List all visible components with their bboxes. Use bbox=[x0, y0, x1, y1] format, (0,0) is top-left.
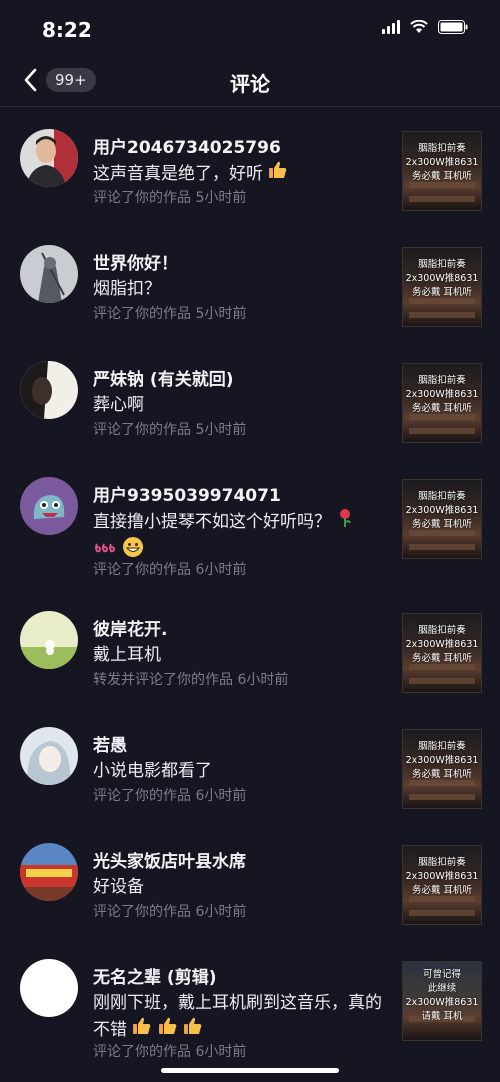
comment-meta: 评论了你的作品 6小时前 bbox=[93, 1044, 247, 1060]
avatar[interactable] bbox=[20, 361, 78, 419]
thumbs-up-icon bbox=[132, 1016, 152, 1044]
thumbnail-caption: 胭脂扣前奏 2x300W推8631 务必戴 耳机听 bbox=[405, 259, 479, 298]
thumbnail-caption: 胭脂扣前奏 2x300W推8631 务必戴 耳机听 bbox=[405, 857, 479, 896]
avatar[interactable] bbox=[20, 727, 78, 785]
navigation-bar: 99+ 评论 bbox=[0, 56, 500, 107]
avatar[interactable] bbox=[20, 129, 78, 187]
comment-meta: 评论了你的作品 6小时前 bbox=[93, 904, 247, 920]
video-thumbnail[interactable]: 胭脂扣前奏 2x300W推8631 务必戴 耳机听 bbox=[402, 131, 482, 211]
comment-meta: 转发并评论了你的作品 6小时前 bbox=[93, 672, 289, 688]
page-title: 评论 bbox=[230, 72, 270, 96]
thumbnail-caption: 胭脂扣前奏 2x300W推8631 务必戴 耳机听 bbox=[405, 491, 479, 530]
comment-meta: 评论了你的作品 5小时前 bbox=[93, 306, 247, 322]
comment-text: 戴上耳机 bbox=[93, 645, 161, 665]
commenter-name[interactable]: 光头家饭店叶县水席 bbox=[93, 847, 246, 872]
commenter-name[interactable]: 用户2046734025796 bbox=[93, 133, 281, 158]
comment-meta: 评论了你的作品 6小时前 bbox=[93, 562, 247, 578]
comment-row[interactable]: 若愚 小说电影都看了 评论了你的作品 6小时前 胭脂扣前奏 2x300W推863… bbox=[0, 705, 500, 821]
video-thumbnail[interactable]: 胭脂扣前奏 2x300W推8631 务必戴 耳机听 bbox=[402, 729, 482, 809]
thumbnail-caption: 胭脂扣前奏 2x300W推8631 务必戴 耳机听 bbox=[405, 375, 479, 414]
thumbs-up-icon bbox=[268, 160, 288, 188]
comment-row[interactable]: 无名之辈 (剪辑) 刚刚下班，戴上耳机刷到这音乐，真的不错 评论了你的作品 6小… bbox=[0, 937, 500, 1077]
cellular-signal-icon bbox=[382, 20, 400, 34]
video-thumbnail[interactable]: 胭脂扣前奏 2x300W推8631 务必戴 耳机听 bbox=[402, 363, 482, 443]
comment-meta: 评论了你的作品 6小时前 bbox=[93, 788, 247, 804]
comment-text-content: 这声音真是绝了，好听 bbox=[93, 164, 263, 184]
comment-row[interactable]: 彼岸花开. 戴上耳机 转发并评论了你的作品 6小时前 胭脂扣前奏 2x300W推… bbox=[0, 589, 500, 705]
thumbnail-caption: 胭脂扣前奏 2x300W推8631 务必戴 耳机听 bbox=[405, 741, 479, 780]
status-icons bbox=[382, 20, 468, 34]
video-thumbnail[interactable]: 胭脂扣前奏 2x300W推8631 务必戴 耳机听 bbox=[402, 479, 482, 559]
comment-row[interactable]: 世界你好！ 烟脂扣？ 评论了你的作品 5小时前 胭脂扣前奏 2x300W推863… bbox=[0, 223, 500, 339]
avatar[interactable] bbox=[20, 245, 78, 303]
video-thumbnail[interactable]: 胭脂扣前奏 2x300W推8631 务必戴 耳机听 bbox=[402, 845, 482, 925]
thumbnail-caption: 胭脂扣前奏 2x300W推8631 务必戴 耳机听 bbox=[405, 625, 479, 664]
wifi-icon bbox=[410, 20, 428, 34]
status-bar: 8:22 bbox=[0, 0, 500, 56]
comment-text: 葬心啊 bbox=[93, 395, 144, 415]
commenter-name[interactable]: 用户9395039974071 bbox=[93, 481, 281, 506]
comment-row[interactable]: 光头家饭店叶县水席 好设备 评论了你的作品 6小时前 胭脂扣前奏 2x300W推… bbox=[0, 821, 500, 937]
comment-text: 小说电影都看了 bbox=[93, 761, 212, 781]
comment-list: 用户2046734025796 这声音真是绝了，好听 评论了你的作品 5小时前 … bbox=[0, 107, 500, 1077]
avatar[interactable] bbox=[20, 611, 78, 669]
thumbs-up-icon bbox=[183, 1016, 203, 1044]
comment-text: 直接撸小提琴不如这个好听吗？ bbox=[93, 508, 393, 566]
comment-text: 好设备 bbox=[93, 877, 144, 897]
commenter-name[interactable]: 无名之辈 (剪辑) bbox=[93, 963, 216, 988]
comment-text: 烟脂扣？ bbox=[93, 279, 161, 299]
battery-icon bbox=[438, 20, 468, 34]
avatar[interactable] bbox=[20, 843, 78, 901]
comment-meta: 评论了你的作品 5小时前 bbox=[93, 422, 247, 438]
video-thumbnail[interactable]: 胭脂扣前奏 2x300W推8631 务必戴 耳机听 bbox=[402, 613, 482, 693]
commenter-name[interactable]: 严妹钠 (有关就回) bbox=[93, 365, 233, 390]
comment-text: 这声音真是绝了，好听 bbox=[93, 160, 393, 188]
thumbnail-caption: 可曾记得 此继续 2x300W推8631 请戴 耳机 bbox=[405, 969, 479, 1022]
commenter-name[interactable]: 彼岸花开. bbox=[93, 615, 167, 640]
commenter-name[interactable]: 世界你好！ bbox=[93, 249, 178, 274]
comment-row[interactable]: 严妹钠 (有关就回) 葬心啊 评论了你的作品 5小时前 胭脂扣前奏 2x300W… bbox=[0, 339, 500, 455]
comment-meta: 评论了你的作品 5小时前 bbox=[93, 190, 247, 206]
comment-row[interactable]: 用户9395039974071 直接撸小提琴不如这个好听吗？ 评论了你的作品 6… bbox=[0, 455, 500, 589]
comment-text-content: 直接撸小提琴不如这个好听吗？ bbox=[93, 512, 331, 532]
rose-icon bbox=[336, 508, 354, 536]
video-thumbnail[interactable]: 胭脂扣前奏 2x300W推8631 务必戴 耳机听 bbox=[402, 247, 482, 327]
comment-row[interactable]: 用户2046734025796 这声音真是绝了，好听 评论了你的作品 5小时前 … bbox=[0, 107, 500, 223]
thumbs-up-icon bbox=[158, 1016, 178, 1044]
avatar[interactable] bbox=[20, 477, 78, 535]
home-indicator[interactable] bbox=[161, 1068, 339, 1073]
status-time: 8:22 bbox=[42, 18, 92, 42]
comment-text: 刚刚下班，戴上耳机刷到这音乐，真的不错 bbox=[93, 990, 393, 1044]
thumbnail-caption: 胭脂扣前奏 2x300W推8631 务必戴 耳机听 bbox=[405, 143, 479, 182]
avatar[interactable] bbox=[20, 959, 78, 1017]
commenter-name[interactable]: 若愚 bbox=[93, 731, 127, 756]
video-thumbnail[interactable]: 可曾记得 此继续 2x300W推8631 请戴 耳机 bbox=[402, 961, 482, 1041]
